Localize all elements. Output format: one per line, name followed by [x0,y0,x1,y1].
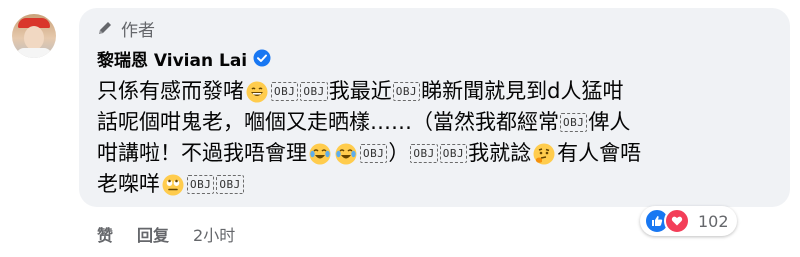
comment-segment: 只係有感而發啫 [97,79,244,103]
thinking-face-emoji-icon [533,143,555,165]
commenter-name-row[interactable]: 黎瑞恩 Vivian Lai [97,46,271,71]
comment-segment: 咁講啦！不過我唔會理 [97,141,307,165]
comment-segment: 老㗎咩 [97,172,160,196]
obj-placeholder: OBJ [216,175,244,194]
comment-segment: 睇新聞就見到d人猛咁 [421,79,624,103]
reaction-icons [644,208,690,234]
tears-of-joy-emoji-icon [335,143,357,165]
obj-placeholder: OBJ [439,144,468,163]
avatar-face [24,26,44,50]
obj-placeholder: OBJ [392,82,421,101]
obj-placeholder: OBJ [271,82,299,101]
comment-segment: 話呢個咁鬼老，嗰個又走晒樣……（當然我都經常 [97,110,559,134]
commenter-name[interactable]: 黎瑞恩 Vivian Lai [97,46,247,71]
comment-line: 咁講啦！不過我唔會理 OBJ ） OBJ OBJ 我就諗 有人會唔 [97,138,783,169]
comment-segment: ） [388,141,410,165]
grinning-emoji-icon [246,81,268,103]
comment-segment: 我就諗 [468,141,532,165]
obj-placeholder: OBJ [187,175,215,194]
comment-text: 只係有感而發啫 OBJ OBJ 我最近 OBJ 睇新聞就見到d人猛咁 話呢個咁鬼… [97,76,783,200]
love-icon [664,208,690,234]
tears-of-joy-emoji-icon [309,143,331,165]
obj-placeholder: OBJ [300,82,328,101]
avatar-body [16,48,52,58]
author-badge: 作者 [97,16,155,41]
like-button[interactable]: 赞 [97,222,113,246]
obj-placeholder: OBJ [360,144,388,163]
comment-actions: 赞 回复 2小时 [97,222,235,246]
comment-timestamp[interactable]: 2小时 [193,222,235,246]
comment-segment: 俾人 [588,110,631,134]
reaction-count: 102 [698,211,729,231]
comment-line: 只係有感而發啫 OBJ OBJ 我最近 OBJ 睇新聞就見到d人猛咁 [97,76,783,107]
reply-button[interactable]: 回复 [137,222,169,246]
pen-icon [97,20,113,36]
reaction-summary[interactable]: 102 [640,206,737,236]
comment-line: 話呢個咁鬼老，嗰個又走晒樣……（當然我都經常 OBJ 俾人 [97,107,783,138]
comment-bubble: 作者 黎瑞恩 Vivian Lai 只係有感而發啫 OBJ OBJ 我最近 OB… [79,8,790,207]
rolling-eyes-emoji-icon [162,174,184,196]
commenter-avatar[interactable] [12,14,56,58]
obj-placeholder: OBJ [410,144,438,163]
comment-segment: 有人會唔 [557,141,642,165]
comment-segment: 我最近 [328,79,392,103]
comment-line: 老㗎咩 OBJ OBJ [97,169,783,200]
verified-badge-icon [253,49,271,67]
obj-placeholder: OBJ [560,113,588,132]
author-badge-label: 作者 [121,20,155,41]
